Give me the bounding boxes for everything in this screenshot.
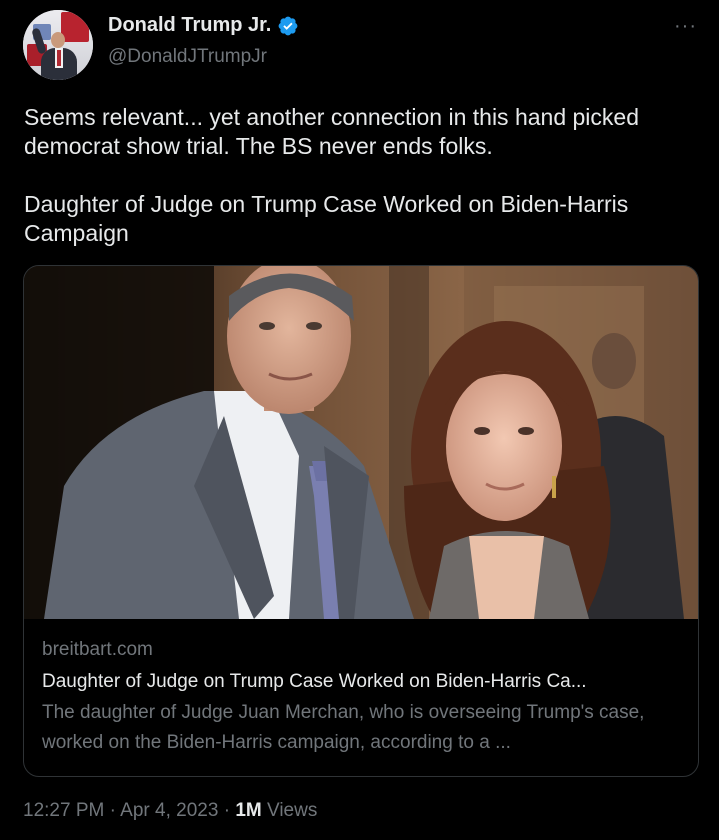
tweet-time[interactable]: 12:27 PM <box>23 800 104 821</box>
tweet-text-paragraph: Daughter of Judge on Trump Case Worked o… <box>24 191 629 246</box>
card-domain: breitbart.com <box>42 639 153 660</box>
author-display-name[interactable]: Donald Trump Jr. <box>108 14 271 37</box>
avatar-tie <box>57 50 61 66</box>
verified-badge-icon[interactable] <box>277 15 299 37</box>
tweet-text: Seems relevant... yet another connection… <box>24 103 696 248</box>
link-card[interactable]: breitbart.com Daughter of Judge on Trump… <box>23 265 699 777</box>
tweet-metadata: 12:27 PM · Apr 4, 2023 · 1M Views <box>23 800 317 822</box>
more-options-icon[interactable]: ··· <box>674 16 697 36</box>
author-handle[interactable]: @DonaldJTrumpJr <box>108 46 267 68</box>
card-description: The daughter of Judge Juan Merchan, who … <box>42 702 645 753</box>
author-name-row: Donald Trump Jr. <box>108 14 299 37</box>
tweet-text-paragraph: Seems relevant... yet another connection… <box>24 104 639 159</box>
card-meta: breitbart.com Daughter of Judge on Trump… <box>42 638 682 758</box>
card-photo <box>24 266 698 619</box>
card-title[interactable]: Daughter of Judge on Trump Case Worked o… <box>42 670 682 694</box>
card-image[interactable] <box>24 266 698 619</box>
separator: · <box>104 800 121 821</box>
tweet: Donald Trump Jr. @DonaldJTrumpJr ··· See… <box>0 0 719 840</box>
separator: · <box>218 800 236 821</box>
avatar[interactable] <box>23 10 93 80</box>
views-label: Views <box>261 800 318 821</box>
views-count: 1M <box>235 800 262 821</box>
avatar-head <box>51 32 65 48</box>
avatar-sign <box>61 12 89 42</box>
tweet-date[interactable]: Apr 4, 2023 <box>120 800 218 821</box>
